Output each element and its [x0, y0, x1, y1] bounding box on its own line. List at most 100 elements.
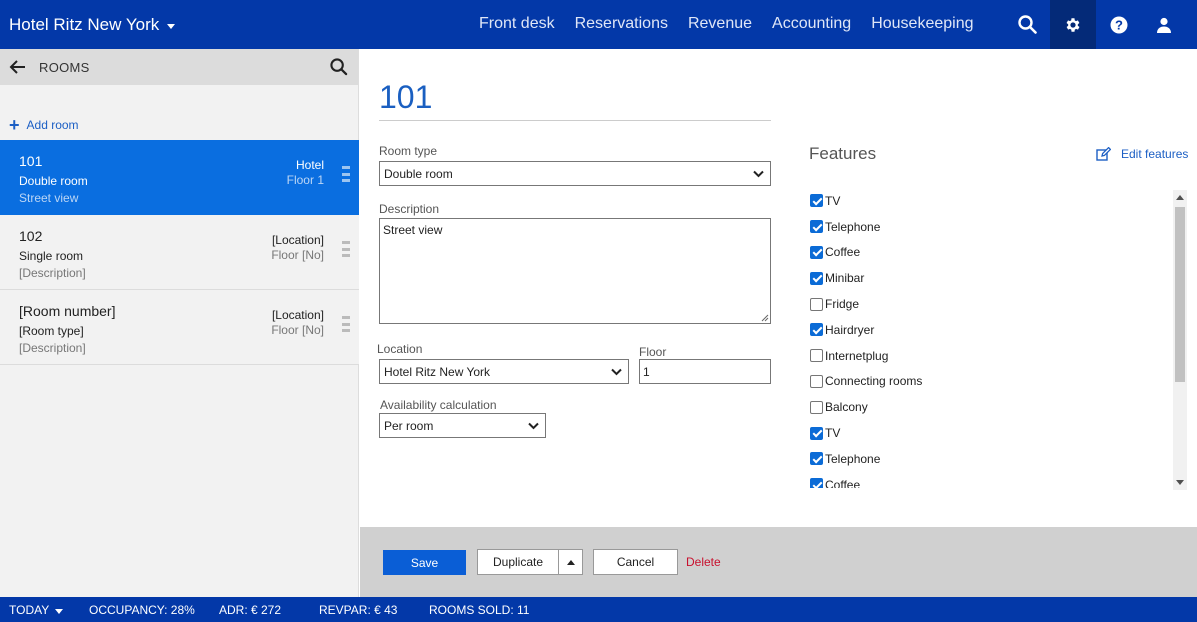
feature-checkbox[interactable] [810, 452, 823, 466]
feature-checkbox[interactable] [810, 194, 823, 208]
gear-icon[interactable] [1050, 0, 1096, 49]
feature-checkbox[interactable] [810, 323, 823, 337]
chevron-down-icon [55, 608, 64, 614]
feature-item[interactable]: Balcony [810, 394, 1172, 420]
features-title: Features [809, 144, 877, 163]
add-room-label: Add room [26, 118, 79, 132]
room-number: 101 [19, 153, 43, 169]
main-nav: Front desk Reservations Revenue Accounti… [479, 15, 993, 33]
nav-revenue[interactable]: Revenue [688, 15, 752, 33]
feature-label: Telephone [825, 451, 881, 466]
floor-value: 1 [643, 365, 650, 379]
back-arrow-icon[interactable] [9, 58, 27, 79]
search-icon[interactable] [330, 58, 348, 79]
drag-handle-icon[interactable] [342, 166, 350, 182]
description-label: Description [379, 202, 440, 216]
room-list-item[interactable]: 101 Double room Street view Hotel Floor … [0, 140, 359, 215]
duplicate-button[interactable]: Duplicate [477, 549, 559, 575]
features-scrollbar[interactable] [1173, 190, 1187, 490]
feature-item[interactable]: Connecting rooms [810, 369, 1172, 395]
scrollbar-thumb[interactable] [1175, 207, 1185, 382]
drag-handle-icon[interactable] [342, 316, 350, 332]
drag-handle-icon[interactable] [342, 241, 350, 257]
room-list-item[interactable]: 102 Single room [Description] [Location]… [0, 215, 359, 290]
edit-features-link[interactable]: Edit features [1096, 147, 1188, 161]
availability-select[interactable]: Per room [379, 413, 546, 438]
rooms-panel-header: ROOMS [0, 49, 358, 85]
scroll-down-icon[interactable] [1176, 480, 1184, 485]
feature-item[interactable]: TV [810, 188, 1172, 214]
occupancy-stat: OCCUPANCY: 28% [89, 603, 195, 617]
feature-item[interactable]: Hairdryer [810, 317, 1172, 343]
search-icon[interactable] [1004, 0, 1050, 49]
feature-checkbox[interactable] [810, 297, 823, 311]
room-list-item[interactable]: [Room number] [Room type] [Description] … [0, 290, 359, 365]
chevron-down-icon [611, 368, 622, 376]
feature-checkbox[interactable] [810, 220, 823, 234]
feature-checkbox[interactable] [810, 349, 823, 363]
top-bar: Hotel Ritz New York Front desk Reservati… [0, 0, 1197, 49]
feature-checkbox[interactable] [810, 374, 823, 388]
hotel-name: Hotel Ritz New York [9, 15, 160, 34]
room-description: [Description] [19, 266, 86, 280]
add-room-button[interactable]: + Add room [9, 116, 79, 134]
nav-front-desk[interactable]: Front desk [479, 15, 555, 33]
feature-item[interactable]: Minibar [810, 265, 1172, 291]
location-select[interactable]: Hotel Ritz New York [379, 359, 629, 384]
room-floor: Floor [No] [271, 323, 324, 337]
feature-item[interactable]: Telephone [810, 214, 1172, 240]
today-label: TODAY [9, 603, 50, 617]
feature-item[interactable]: Coffee [810, 240, 1172, 266]
feature-item[interactable]: Telephone [810, 446, 1172, 472]
description-field[interactable]: Street view [379, 218, 771, 324]
feature-checkbox[interactable] [810, 400, 823, 414]
room-type: [Room type] [19, 324, 84, 338]
feature-item[interactable]: Coffee [810, 472, 1172, 488]
location-value: Hotel Ritz New York [384, 365, 491, 379]
room-type: Single room [19, 249, 84, 263]
room-type-value: Double room [384, 167, 453, 181]
duplicate-options-button[interactable] [558, 549, 583, 575]
feature-checkbox[interactable] [810, 478, 823, 488]
today-selector[interactable]: TODAY [9, 603, 64, 617]
save-button[interactable]: Save [383, 550, 466, 575]
delete-button[interactable]: Delete [686, 549, 721, 575]
feature-label: Balcony [825, 400, 868, 415]
scroll-up-icon[interactable] [1176, 195, 1184, 200]
help-icon[interactable]: ? [1096, 0, 1142, 49]
nav-reservations[interactable]: Reservations [575, 15, 668, 33]
room-location: [Location] [271, 233, 324, 247]
feature-label: Hairdryer [825, 322, 875, 337]
location-label: Location [377, 342, 423, 356]
nav-accounting[interactable]: Accounting [772, 15, 851, 33]
chevron-down-icon [167, 23, 176, 29]
room-number: [Room number] [19, 303, 116, 319]
edit-features-label: Edit features [1121, 147, 1189, 161]
room-location: Hotel [295, 158, 324, 172]
revpar-stat: REVPAR: € 43 [319, 603, 398, 617]
floor-field[interactable]: 1 [639, 359, 771, 384]
feature-checkbox[interactable] [810, 245, 823, 259]
cancel-button[interactable]: Cancel [593, 549, 678, 575]
features-list: TV Telephone Coffee Minibar Fridge Hairdryer I… [810, 188, 1172, 488]
feature-item[interactable]: Fridge [810, 291, 1172, 317]
resize-handle-icon[interactable] [760, 313, 769, 322]
feature-label: Coffee [825, 245, 861, 260]
feature-label: Telephone [825, 219, 881, 234]
room-type-select[interactable]: Double room [379, 161, 771, 186]
feature-label: Internetplug [825, 348, 889, 363]
room-floor: Floor 1 [286, 173, 324, 187]
feature-item[interactable]: Internetplug [810, 343, 1172, 369]
edit-icon [1096, 147, 1111, 161]
feature-item[interactable]: TV [810, 420, 1172, 446]
status-bar: TODAY OCCUPANCY: 28% ADR: € 272 REVPAR: … [0, 597, 1197, 622]
svg-text:?: ? [1115, 17, 1123, 32]
feature-checkbox[interactable] [810, 271, 823, 285]
room-type-label: Room type [379, 144, 438, 158]
rooms-title: ROOMS [39, 60, 90, 75]
hotel-selector[interactable]: Hotel Ritz New York [9, 15, 176, 35]
user-icon[interactable] [1141, 0, 1187, 49]
page-title: 101 [379, 79, 433, 115]
nav-housekeeping[interactable]: Housekeeping [871, 15, 973, 33]
feature-checkbox[interactable] [810, 426, 823, 440]
